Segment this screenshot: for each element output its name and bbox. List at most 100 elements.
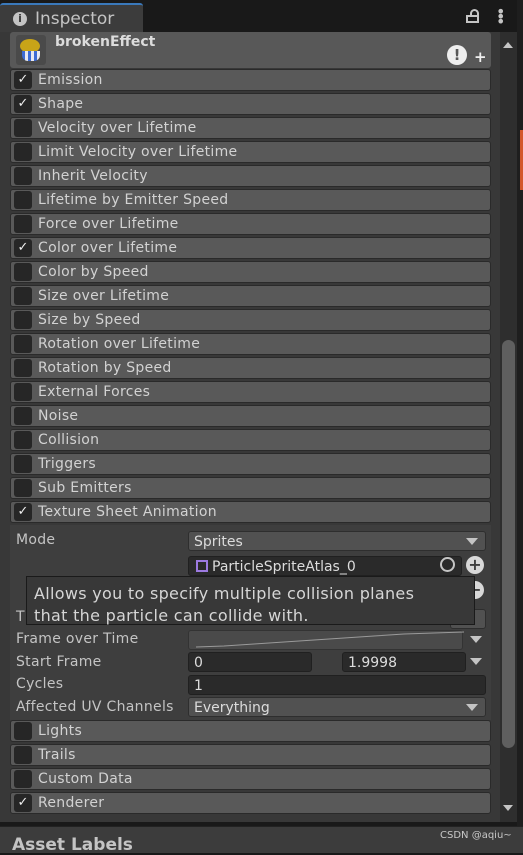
- particle-system-icon: [16, 35, 46, 65]
- module-row[interactable]: Rotation by Speed: [10, 357, 491, 379]
- module-row[interactable]: ✓ Shape: [10, 93, 491, 115]
- module-label: Rotation over Lifetime: [38, 336, 201, 352]
- module-row[interactable]: Custom Data: [10, 768, 491, 790]
- scroll-up-icon[interactable]: [503, 42, 513, 48]
- start-frame-max-value: 1.9998: [348, 655, 397, 671]
- module-row[interactable]: ✓ Color over Lifetime: [10, 237, 491, 259]
- module-row[interactable]: Inherit Velocity: [10, 165, 491, 187]
- checkbox-unchecked[interactable]: [14, 215, 32, 233]
- module-label: Triggers: [38, 456, 96, 472]
- checkbox-checked[interactable]: ✓: [14, 239, 32, 257]
- vertical-scrollbar[interactable]: [500, 32, 517, 822]
- module-label: Lights: [38, 723, 83, 739]
- checkbox-unchecked[interactable]: [14, 359, 32, 377]
- module-row[interactable]: ✓ Emission: [10, 69, 491, 91]
- scroll-down-icon[interactable]: [503, 805, 513, 811]
- module-row[interactable]: External Forces: [10, 381, 491, 403]
- checkmark-icon: ✓: [17, 72, 29, 87]
- module-label: Shape: [38, 96, 84, 112]
- curve-preview: [195, 631, 465, 648]
- checkmark-icon: ✓: [17, 96, 29, 111]
- checkbox-unchecked[interactable]: [14, 455, 32, 473]
- module-row[interactable]: Rotation over Lifetime: [10, 333, 491, 355]
- info-icon: i: [13, 11, 27, 26]
- asset-labels-section[interactable]: Asset Labels CSDN @aqiu~: [0, 826, 523, 855]
- module-label: Rotation by Speed: [38, 360, 172, 376]
- add-sprite-button[interactable]: +: [466, 556, 484, 574]
- module-row[interactable]: ✓ Renderer: [10, 792, 491, 814]
- module-row[interactable]: ✓ Texture Sheet Animation: [10, 501, 491, 523]
- module-row[interactable]: Size by Speed: [10, 309, 491, 331]
- checkbox-unchecked[interactable]: [14, 722, 32, 740]
- chevron-down-icon[interactable]: [470, 636, 482, 643]
- uv-channels-dropdown[interactable]: Everything: [188, 697, 486, 717]
- module-row[interactable]: Velocity over Lifetime: [10, 117, 491, 139]
- module-row[interactable]: Collision: [10, 429, 491, 451]
- sprite-icon: [196, 560, 208, 572]
- checkbox-unchecked[interactable]: [14, 431, 32, 449]
- checkbox-checked[interactable]: ✓: [14, 794, 32, 812]
- checkbox-unchecked[interactable]: [14, 770, 32, 788]
- module-row[interactable]: Color by Speed: [10, 261, 491, 283]
- start-frame-min-input[interactable]: 0: [188, 652, 312, 672]
- module-label: Emission: [38, 72, 103, 88]
- chevron-down-icon[interactable]: [470, 658, 482, 665]
- module-row[interactable]: Triggers: [10, 453, 491, 475]
- checkbox-unchecked[interactable]: [14, 143, 32, 161]
- module-row[interactable]: Force over Lifetime: [10, 213, 491, 235]
- module-row[interactable]: Limit Velocity over Lifetime: [10, 141, 491, 163]
- warning-icon[interactable]: !: [447, 45, 467, 65]
- chevron-down-icon: [466, 538, 478, 545]
- module-row[interactable]: Lights: [10, 720, 491, 742]
- start-frame-max-input[interactable]: 1.9998: [342, 652, 466, 672]
- checkbox-unchecked[interactable]: [14, 311, 32, 329]
- checkbox-unchecked[interactable]: [14, 383, 32, 401]
- uv-channels-value: Everything: [194, 700, 270, 716]
- module-row[interactable]: Size over Lifetime: [10, 285, 491, 307]
- checkmark-icon: ✓: [17, 504, 29, 519]
- module-label: Texture Sheet Animation: [38, 504, 217, 520]
- sprite-field[interactable]: ParticleSpriteAtlas_0: [188, 556, 462, 576]
- scrollbar-thumb[interactable]: [502, 340, 515, 748]
- module-label: Collision: [38, 432, 100, 448]
- checkbox-unchecked[interactable]: [14, 287, 32, 305]
- checkbox-unchecked[interactable]: [14, 746, 32, 764]
- frame-over-time-curve[interactable]: [188, 630, 465, 650]
- kebab-menu-icon[interactable]: • • •: [496, 4, 505, 30]
- checkbox-checked[interactable]: ✓: [14, 95, 32, 113]
- checkbox-unchecked[interactable]: [14, 479, 32, 497]
- start-frame-label: Start Frame: [16, 654, 102, 670]
- sprite-value: ParticleSpriteAtlas_0: [212, 559, 356, 575]
- checkbox-unchecked[interactable]: [14, 407, 32, 425]
- plus-icon[interactable]: +: [474, 48, 487, 66]
- module-label: Color over Lifetime: [38, 240, 178, 256]
- tab-bar: i Inspector • • •: [0, 0, 523, 32]
- checkbox-checked[interactable]: ✓: [14, 503, 32, 521]
- checkbox-unchecked[interactable]: [14, 167, 32, 185]
- checkbox-checked[interactable]: ✓: [14, 71, 32, 89]
- module-label: Trails: [38, 747, 76, 763]
- frame-over-time-label: Frame over Time: [16, 631, 139, 647]
- object-name: brokenEffect: [55, 34, 156, 50]
- module-label: Renderer: [38, 795, 105, 811]
- module-label: Inherit Velocity: [38, 168, 148, 184]
- module-row[interactable]: Lifetime by Emitter Speed: [10, 189, 491, 211]
- object-picker-icon[interactable]: [440, 557, 455, 572]
- module-label: Noise: [38, 408, 79, 424]
- cycles-input[interactable]: 1: [188, 675, 486, 695]
- cycles-value: 1: [194, 678, 203, 694]
- module-row[interactable]: Noise: [10, 405, 491, 427]
- checkbox-unchecked[interactable]: [14, 263, 32, 281]
- module-row[interactable]: Trails: [10, 744, 491, 766]
- checkbox-unchecked[interactable]: [14, 191, 32, 209]
- component-header: brokenEffect ! +: [10, 32, 491, 68]
- mode-dropdown[interactable]: Sprites: [188, 531, 486, 551]
- lock-icon[interactable]: [466, 9, 479, 23]
- module-row[interactable]: Sub Emitters: [10, 477, 491, 499]
- module-label: Sub Emitters: [38, 480, 132, 496]
- checkbox-unchecked[interactable]: [14, 119, 32, 137]
- module-label: Size over Lifetime: [38, 288, 170, 304]
- tab-inspector[interactable]: i Inspector: [0, 3, 143, 32]
- checkbox-unchecked[interactable]: [14, 335, 32, 353]
- asset-labels-title: Asset Labels: [12, 835, 133, 855]
